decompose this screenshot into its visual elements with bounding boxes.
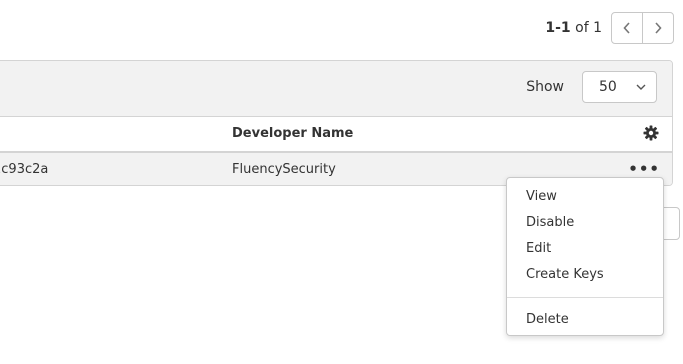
ellipsis-icon[interactable]: ••• <box>628 161 660 177</box>
chevron-right-icon <box>655 22 662 34</box>
pagination-of: of <box>575 20 589 36</box>
pagination-range: 1-1 <box>545 20 571 36</box>
page-size-value: 50 <box>599 79 617 95</box>
chevron-left-icon <box>623 22 630 34</box>
next-page-button[interactable] <box>642 13 673 43</box>
pagination-total: 1 <box>593 20 602 36</box>
menu-item-view[interactable]: View <box>507 184 663 210</box>
table-panel: Show 50 Developer Name c93c2a FluencySec… <box>0 60 673 186</box>
pagination: 1-1 of 1 <box>545 12 674 44</box>
pagination-summary: 1-1 of 1 <box>545 20 602 36</box>
column-header-developer-name[interactable]: Developer Name <box>232 126 353 141</box>
prev-page-button[interactable] <box>612 13 642 43</box>
cell-developer-name: FluencySecurity <box>232 162 336 177</box>
gear-icon[interactable] <box>643 125 659 141</box>
menu-item-disable[interactable]: Disable <box>507 210 663 236</box>
cell-id: 1c93c2a <box>0 162 49 177</box>
row-actions-menu: View Disable Edit Create Keys Delete <box>506 177 664 336</box>
pager-buttons <box>611 12 674 44</box>
page-size-select[interactable]: 50 <box>582 71 657 103</box>
menu-item-create-keys[interactable]: Create Keys <box>507 262 663 288</box>
table-header: Developer Name <box>0 117 672 153</box>
show-label: Show <box>526 79 564 95</box>
menu-divider <box>507 297 663 298</box>
table-toolbar: Show 50 <box>0 61 672 117</box>
menu-item-delete[interactable]: Delete <box>507 307 663 333</box>
chevron-down-icon <box>636 84 646 90</box>
menu-item-edit[interactable]: Edit <box>507 236 663 262</box>
page: 1-1 of 1 Show 50 Developer Name c93c2a F… <box>0 0 683 364</box>
